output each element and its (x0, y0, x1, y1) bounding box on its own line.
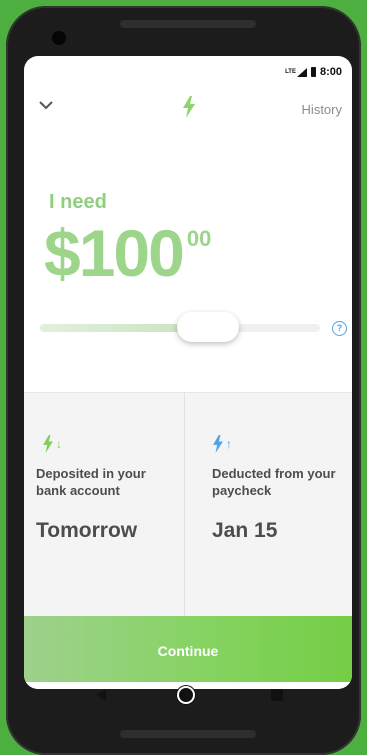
help-icon[interactable]: ? (332, 321, 347, 336)
deposit-description: Deposited in your bank account (36, 466, 146, 498)
network-type: LTE (285, 69, 296, 75)
deduction-description: Deducted from your paycheck (212, 466, 336, 498)
arrow-up-icon: ↑ (226, 437, 232, 451)
amount-slider[interactable] (40, 312, 320, 342)
deduction-panel: ↑ Deducted from your paycheck Jan 15 (185, 393, 352, 617)
deposit-panel: ↓ Deposited in your bank account Tomorro… (24, 393, 184, 617)
arrow-down-icon: ↓ (56, 437, 62, 451)
history-link[interactable]: History (302, 102, 342, 117)
deposit-date: Tomorrow (36, 519, 138, 542)
amount-cents: 00 (186, 226, 212, 251)
amount-dollars: $100 (44, 216, 185, 290)
phone-frame: LTE 8:00 History I need $100 00 ? ↓ Depo… (6, 6, 361, 755)
status-icons: LTE 8:00 (285, 66, 342, 78)
front-camera (52, 31, 66, 45)
app-screen: LTE 8:00 History I need $100 00 ? ↓ Depo… (24, 56, 352, 689)
top-speaker (120, 20, 256, 28)
status-time: 8:00 (319, 66, 342, 78)
continue-button[interactable]: Continue (24, 616, 352, 682)
slider-thumb[interactable] (177, 312, 239, 342)
signal-icon (296, 67, 307, 77)
app-header: History (24, 88, 352, 128)
info-panels: ↓ Deposited in your bank account Tomorro… (24, 392, 352, 617)
deduction-date: Jan 15 (212, 519, 278, 542)
battery-icon (310, 67, 316, 77)
bottom-speaker (120, 730, 256, 738)
bolt-arrow-up-icon: ↑ (212, 435, 232, 453)
chevron-down-icon[interactable] (38, 98, 54, 112)
bolt-icon (213, 435, 223, 453)
lightning-bolt-icon (183, 96, 195, 118)
bolt-icon (43, 435, 53, 453)
amount-prompt: I need (49, 191, 107, 213)
nav-recents-icon[interactable] (271, 689, 283, 701)
amount-display: $100 00 (44, 218, 211, 288)
bolt-arrow-down-icon: ↓ (42, 435, 62, 453)
nav-back-icon[interactable] (96, 689, 106, 701)
nav-home-icon[interactable] (179, 688, 193, 702)
status-bar: LTE 8:00 (24, 56, 352, 84)
